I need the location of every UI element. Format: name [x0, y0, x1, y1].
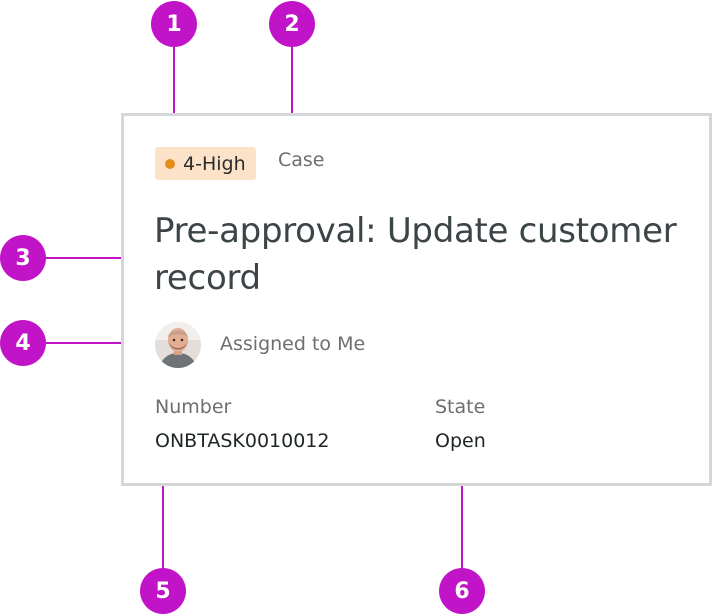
- user-avatar: [155, 322, 201, 368]
- assignee-label: Assigned to Me: [220, 333, 366, 355]
- number-field-label: Number: [155, 396, 232, 418]
- callout-6: 6: [439, 568, 485, 614]
- callout-3: 3: [0, 235, 46, 281]
- callout-2: 2: [269, 1, 315, 47]
- task-card[interactable]: 4-High Case Pre-approval: Update custome…: [121, 113, 712, 486]
- callout-1: 1: [151, 1, 197, 47]
- callout-5: 5: [140, 568, 186, 614]
- number-field-value: ONBTASK0010012: [155, 430, 330, 452]
- card-title[interactable]: Pre-approval: Update customer record: [154, 208, 699, 302]
- state-field-label: State: [435, 396, 486, 418]
- record-type-label: Case: [278, 149, 325, 171]
- priority-label: 4-High: [183, 152, 246, 175]
- priority-badge: 4-High: [155, 147, 256, 180]
- priority-dot-icon: [165, 158, 175, 169]
- callout-4: 4: [0, 320, 46, 366]
- state-field-value: Open: [435, 430, 486, 452]
